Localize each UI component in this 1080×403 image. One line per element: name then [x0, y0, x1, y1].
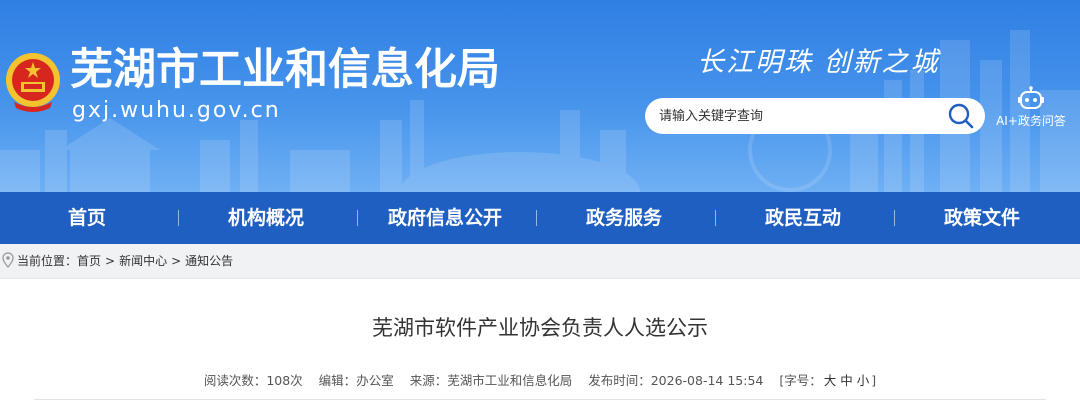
breadcrumb-separator: >: [171, 254, 182, 268]
breadcrumb: 当前位置：首页 > 新闻中心 > 通知公告: [0, 244, 1080, 278]
nav-separator: [178, 210, 179, 226]
publish-date: 发布时间：2026-08-14 15:54: [588, 373, 763, 388]
nav-separator: [536, 210, 537, 226]
breadcrumb-link-notices[interactable]: 通知公告: [185, 254, 233, 268]
views-value: 108次: [266, 373, 303, 388]
nav-item-policy-docs[interactable]: 政策文件: [907, 192, 1057, 244]
article-meta: 阅读次数：108次 编辑：办公室 来源：芜湖市工业和信息化局 发布时间：2026…: [0, 372, 1080, 390]
font-size-control: [字号：大中小]: [779, 373, 876, 388]
editor: 编辑：办公室: [319, 373, 394, 388]
font-size-small-button[interactable]: 小: [857, 373, 870, 388]
nav-item-home[interactable]: 首页: [12, 192, 162, 244]
font-size-label: [字号：: [779, 373, 822, 388]
views-count: 阅读次数：108次: [204, 373, 303, 388]
meta-divider: [34, 399, 1046, 400]
nav-item-gov-services[interactable]: 政务服务: [549, 192, 699, 244]
breadcrumb-separator: >: [105, 254, 116, 268]
date-label: 发布时间：: [588, 373, 651, 388]
search-icon[interactable]: [947, 102, 975, 130]
font-size-large-button[interactable]: 大: [824, 373, 837, 388]
nav-item-organization[interactable]: 机构概况: [191, 192, 341, 244]
breadcrumb-prefix: 当前位置：: [17, 254, 78, 268]
font-size-medium-button[interactable]: 中: [840, 373, 853, 388]
ai-qa-button[interactable]: AI+政务问答: [990, 86, 1072, 136]
search-input[interactable]: [659, 104, 939, 128]
article-panel: 芜湖市软件产业协会负责人人选公示 阅读次数：108次 编辑：办公室 来源：芜湖市…: [0, 278, 1080, 403]
source: 来源：芜湖市工业和信息化局: [410, 373, 573, 388]
robot-icon: [1018, 86, 1044, 109]
breadcrumb-link-news[interactable]: 新闻中心: [119, 254, 167, 268]
editor-label: 编辑：: [318, 373, 357, 388]
article-title: 芜湖市软件产业协会负责人人选公示: [372, 316, 708, 340]
nav-item-interaction[interactable]: 政民互动: [728, 192, 878, 244]
editor-value: 办公室: [356, 373, 394, 388]
nav-separator: [357, 210, 358, 226]
font-size-close: ]: [871, 373, 877, 388]
slogan: 长江明珠 创新之城: [697, 47, 940, 78]
source-label: 来源：: [409, 373, 448, 388]
ai-qa-label: AI+政务问答: [996, 114, 1066, 128]
nav-separator: [715, 210, 716, 226]
views-label: 阅读次数：: [203, 373, 267, 388]
source-value: 芜湖市工业和信息化局: [447, 373, 573, 388]
nav-item-gov-info[interactable]: 政府信息公开: [370, 192, 520, 244]
breadcrumb-text: 当前位置：首页 > 新闻中心 > 通知公告: [17, 244, 233, 278]
search-box: [645, 98, 985, 134]
breadcrumb-link-home[interactable]: 首页: [77, 254, 101, 268]
main-navigation: 首页 机构概况 政府信息公开 政务服务 政民互动 政策文件: [0, 192, 1080, 244]
site-title: 芜湖市工业和信息化局: [70, 45, 500, 95]
national-emblem-icon: [6, 53, 60, 112]
date-value: 2026-08-14 15:54: [650, 373, 764, 388]
nav-separator: [894, 210, 895, 226]
site-domain: gxj.wuhu.gov.cn: [72, 98, 281, 123]
